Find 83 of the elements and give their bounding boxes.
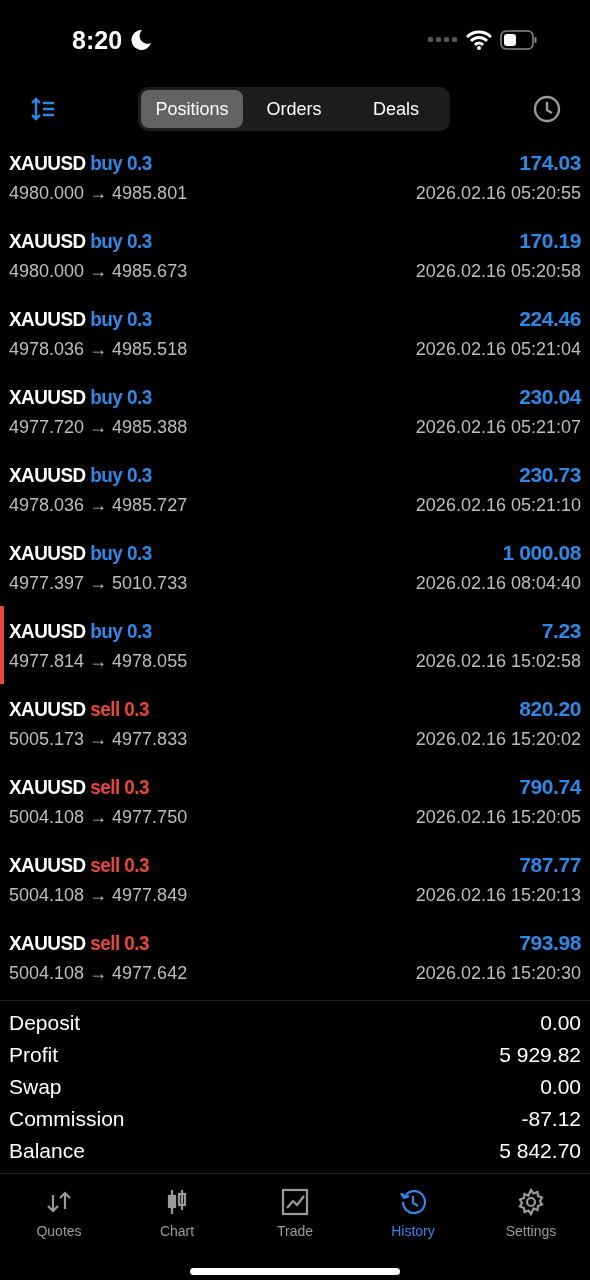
clock-icon[interactable] <box>532 94 562 124</box>
deal-profit: 230.04 <box>519 384 581 409</box>
deal-prices: 4977.814 → 4978.055 <box>9 650 188 672</box>
deal-row[interactable]: XAUUSD buy 0.3 230.04 4977.720 → 4985.388 2026.02.16 05:21:07 <box>0 372 590 450</box>
deal-row[interactable]: XAUUSD buy 0.3 170.19 4980.000 → 4985.673 2026.02.16 05:20:58 <box>0 216 590 294</box>
deal-prices: 5004.108 → 4977.642 <box>9 962 188 984</box>
wifi-icon <box>466 30 492 50</box>
deal-title: XAUUSD sell 0.3 <box>9 696 150 721</box>
deal-profit: 787.77 <box>519 852 581 877</box>
moon-icon <box>130 29 153 51</box>
deal-time: 2026.02.16 15:20:30 <box>415 962 581 984</box>
nav-tab[interactable]: Chart <box>118 1186 236 1240</box>
deal-row[interactable]: XAUUSD sell 0.3 793.98 5004.108 → 4977.642 2026.02.16 15:20:30 <box>0 918 590 996</box>
summary-value: 0.00 <box>540 1075 581 1099</box>
deal-time: 2026.02.16 05:21:04 <box>415 338 581 360</box>
summary-value: 5 842.70 <box>499 1139 581 1163</box>
deal-title: XAUUSD buy 0.3 <box>9 228 152 253</box>
deal-title: XAUUSD buy 0.3 <box>9 150 152 175</box>
nav-tab[interactable]: History <box>354 1186 472 1240</box>
deal-title: XAUUSD buy 0.3 <box>9 618 152 643</box>
history-icon <box>398 1187 428 1217</box>
deal-profit: 793.98 <box>519 930 581 955</box>
deal-prices: 5004.108 → 4977.849 <box>9 884 188 906</box>
deal-prices: 4980.000 → 4985.673 <box>9 260 188 282</box>
deal-row[interactable]: XAUUSD sell 0.3 790.74 5004.108 → 4977.750 2026.02.16 15:20:05 <box>0 762 590 840</box>
deal-row[interactable]: XAUUSD sell 0.3 787.77 5004.108 → 4977.849 2026.02.16 15:20:13 <box>0 840 590 918</box>
deal-title: XAUUSD buy 0.3 <box>9 462 152 487</box>
battery-icon <box>500 30 538 50</box>
summary-label: Swap <box>9 1075 62 1099</box>
marked-deal-row[interactable]: XAUUSD buy 0.3 7.23 4977.814 → 4978.055 2026.02.16 15:02:58 <box>0 606 590 684</box>
deal-time: 2026.02.16 05:20:58 <box>415 260 581 282</box>
deal-row[interactable]: XAUUSD buy 0.3 224.46 4978.036 → 4985.518 2026.02.16 05:21:04 <box>0 294 590 372</box>
sort-icon[interactable] <box>30 97 56 121</box>
deal-prices: 4977.397 → 5010.733 <box>9 572 188 594</box>
deal-prices: 4977.720 → 4985.388 <box>9 416 188 438</box>
summary-value: 0.00 <box>540 1011 581 1035</box>
summary-label: Balance <box>9 1139 85 1163</box>
nav-tab[interactable]: Settings <box>472 1186 590 1240</box>
deal-time: 2026.02.16 15:20:02 <box>415 728 581 750</box>
deal-time: 2026.02.16 15:20:13 <box>415 884 581 906</box>
deal-title: XAUUSD sell 0.3 <box>9 852 150 877</box>
deal-profit: 7.23 <box>541 618 581 643</box>
segment-tab[interactable]: Positions <box>141 90 243 128</box>
deal-prices: 4978.036 → 4985.727 <box>9 494 188 516</box>
summary-label: Profit <box>9 1043 58 1067</box>
deal-row[interactable]: XAUUSD sell 0.3 820.20 5005.173 → 4977.833 2026.02.16 15:20:02 <box>0 684 590 762</box>
line-chart-icon <box>280 1187 310 1217</box>
nav-tab[interactable]: Trade <box>236 1186 354 1240</box>
deal-title: XAUUSD sell 0.3 <box>9 930 150 955</box>
deal-title: XAUUSD sell 0.3 <box>9 774 150 799</box>
summary-value: -87.12 <box>521 1107 581 1131</box>
deal-time: 2026.02.16 05:21:07 <box>415 416 581 438</box>
deal-profit: 1 000.08 <box>502 540 581 565</box>
settings-icon <box>516 1187 546 1217</box>
deal-prices: 4980.000 → 4985.801 <box>9 182 188 204</box>
deal-profit: 174.03 <box>519 150 581 175</box>
deal-profit: 224.46 <box>519 306 581 331</box>
summary-label: Deposit <box>9 1011 81 1035</box>
deal-prices: 5005.173 → 4977.833 <box>9 728 188 750</box>
deal-prices: 4978.036 → 4985.518 <box>9 338 188 360</box>
summary-label: Commission <box>9 1107 125 1131</box>
deal-profit: 820.20 <box>519 696 581 721</box>
deal-row[interactable]: XAUUSD buy 0.3 174.03 4980.000 → 4985.801 2026.02.16 05:20:55 <box>0 138 590 216</box>
deal-prices: 5004.108 → 4977.750 <box>9 806 188 828</box>
deal-row[interactable]: XAUUSD buy 0.3 1 000.08 4977.397 → 5010.733 2026.02.16 08:04:40 <box>0 528 590 606</box>
deal-profit: 170.19 <box>519 228 581 253</box>
deal-title: XAUUSD buy 0.3 <box>9 384 152 409</box>
summary-value: 5 929.82 <box>499 1043 581 1067</box>
deal-time: 2026.02.16 08:04:40 <box>415 572 581 594</box>
segment-tab[interactable]: Deals <box>345 90 447 128</box>
deal-title: XAUUSD buy 0.3 <box>9 540 152 565</box>
signal-icon <box>428 37 458 43</box>
deal-time: 2026.02.16 05:21:10 <box>415 494 581 516</box>
nav-tab[interactable]: Quotes <box>0 1186 118 1240</box>
deal-time: 2026.02.16 15:02:58 <box>415 650 581 672</box>
deal-time: 2026.02.16 15:20:05 <box>415 806 581 828</box>
deal-row[interactable]: XAUUSD buy 0.3 230.73 4978.036 → 4985.727 2026.02.16 05:21:10 <box>0 450 590 528</box>
deal-profit: 790.74 <box>519 774 581 799</box>
deal-profit: 230.73 <box>519 462 581 487</box>
status-time: 8:20 <box>72 25 123 55</box>
segment-tab[interactable]: Orders <box>243 90 345 128</box>
deal-title: XAUUSD buy 0.3 <box>9 306 152 331</box>
deal-time: 2026.02.16 05:20:55 <box>415 182 581 204</box>
